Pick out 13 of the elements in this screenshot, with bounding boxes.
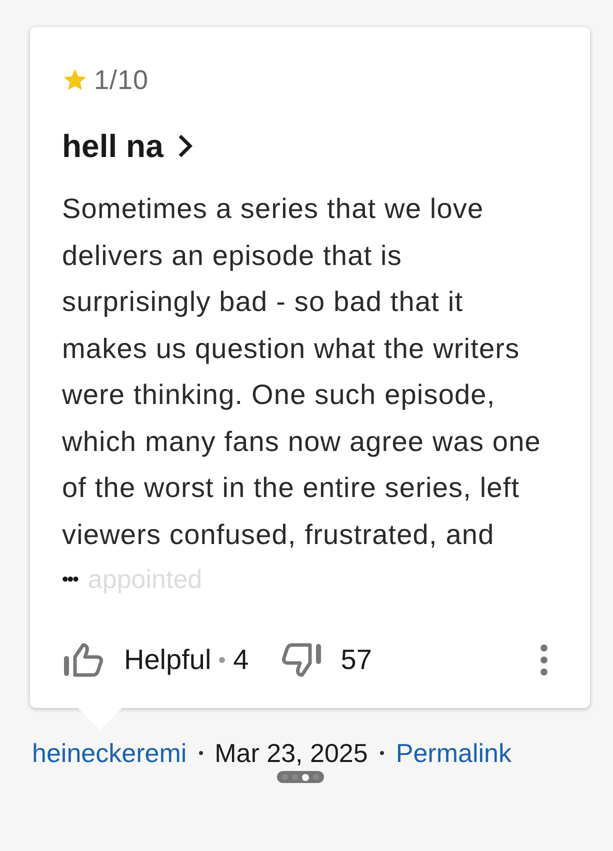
permalink-link[interactable]: Permalink <box>396 738 512 768</box>
review-title: hell na <box>62 127 164 166</box>
author-link[interactable]: heineckeremi <box>32 738 187 768</box>
chevron-right-icon[interactable] <box>177 133 194 159</box>
more-button[interactable]: ••• <box>62 566 78 592</box>
more-options-icon[interactable] <box>540 644 548 676</box>
unhelpful-count: 57 <box>340 643 372 677</box>
helpful-count: 4 <box>233 643 249 677</box>
star-icon <box>62 67 88 93</box>
helpful-label[interactable]: Helpful <box>124 639 212 681</box>
rating-text: 1/10 <box>94 64 149 97</box>
review-body: Sometimes a series that we love delivers an episode that is surprisingly bad - so bad that it makes us question what the writers were thinking. One such episode, which many fans now agree was one of the worst in the entire series, left viewers confused, frustrated, and <box>62 192 542 552</box>
review-date: Mar 23, 2025 <box>214 738 368 768</box>
